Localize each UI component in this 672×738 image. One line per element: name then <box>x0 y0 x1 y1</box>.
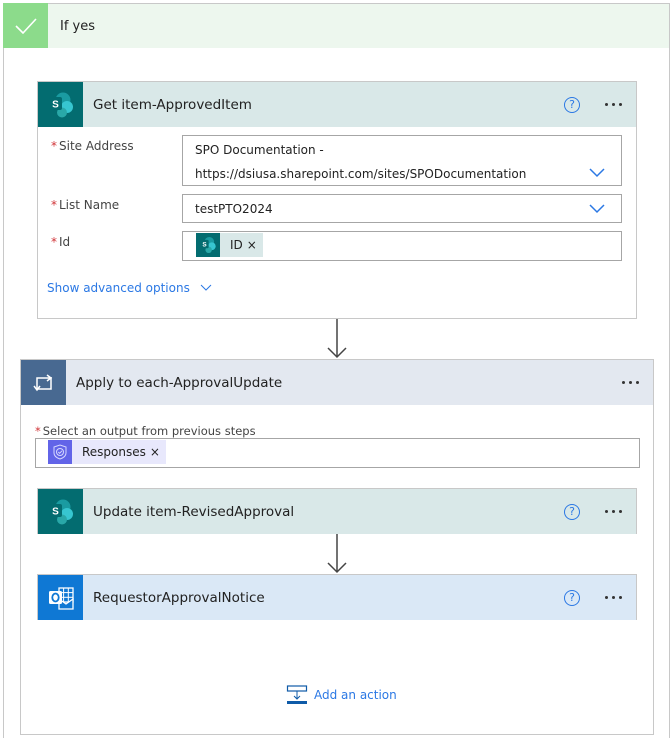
add-action-icon <box>286 685 308 704</box>
sharepoint-icon: S <box>38 489 83 534</box>
site-address-label: * Site Address <box>51 139 134 153</box>
ellipsis-icon[interactable] <box>602 596 624 599</box>
question-circle-icon[interactable]: ? <box>564 96 580 113</box>
id-token[interactable]: S ID × <box>196 233 263 257</box>
list-name-dropdown[interactable]: testPTO2024 <box>182 194 622 223</box>
ellipsis-icon[interactable] <box>602 510 624 513</box>
outlook-icon <box>38 575 83 620</box>
remove-token-icon[interactable]: × <box>150 445 166 459</box>
if-yes-title: If yes <box>60 18 96 34</box>
show-advanced-options-link[interactable]: Show advanced options <box>47 281 212 295</box>
ellipsis-icon[interactable] <box>602 103 624 106</box>
apply-to-each-title: Apply to each-ApprovalUpdate <box>76 374 283 391</box>
update-item-card[interactable]: S Update item-RevisedApproval ? <box>37 488 637 534</box>
remove-token-icon[interactable]: × <box>247 238 263 252</box>
add-action-button[interactable]: Add an action <box>286 685 397 705</box>
question-circle-icon[interactable]: ? <box>564 503 580 520</box>
select-output-label: * Select an output from previous steps <box>35 424 256 438</box>
svg-text:S: S <box>52 506 59 517</box>
if-yes-header[interactable]: If yes <box>3 3 670 48</box>
flow-arrow-icon <box>327 319 347 359</box>
apply-to-each-header[interactable]: Apply to each-ApprovalUpdate <box>21 360 653 405</box>
chevron-down-icon[interactable] <box>589 168 605 178</box>
id-label: * Id <box>51 235 71 249</box>
site-address-dropdown[interactable]: SPO Documentation - https://dsiusa.share… <box>182 135 622 186</box>
sharepoint-icon: S <box>38 82 83 127</box>
svg-text:S: S <box>202 242 207 249</box>
get-item-title: Get item-ApprovedItem <box>93 96 252 113</box>
question-circle-icon[interactable]: ? <box>564 589 580 606</box>
loop-icon <box>21 360 66 405</box>
svg-text:S: S <box>52 99 59 110</box>
responses-token[interactable]: Responses × <box>48 440 166 464</box>
list-name-label: * List Name <box>51 198 120 212</box>
update-item-header[interactable]: S Update item-RevisedApproval ? <box>38 489 636 534</box>
update-item-title: Update item-RevisedApproval <box>93 503 295 520</box>
checkmark-icon <box>3 3 48 48</box>
sharepoint-icon: S <box>196 233 220 257</box>
chevron-down-icon[interactable] <box>589 204 605 214</box>
ellipsis-icon[interactable] <box>619 381 641 384</box>
get-item-header[interactable]: S Get item-ApprovedItem ? <box>38 82 636 127</box>
chevron-down-icon <box>200 284 212 291</box>
approvals-icon <box>48 440 72 464</box>
flow-arrow-icon <box>327 534 347 574</box>
requestor-approval-notice-title: RequestorApprovalNotice <box>93 589 265 606</box>
requestor-approval-notice-header[interactable]: RequestorApprovalNotice ? <box>38 575 636 620</box>
requestor-approval-notice-card[interactable]: RequestorApprovalNotice ? <box>37 574 637 620</box>
